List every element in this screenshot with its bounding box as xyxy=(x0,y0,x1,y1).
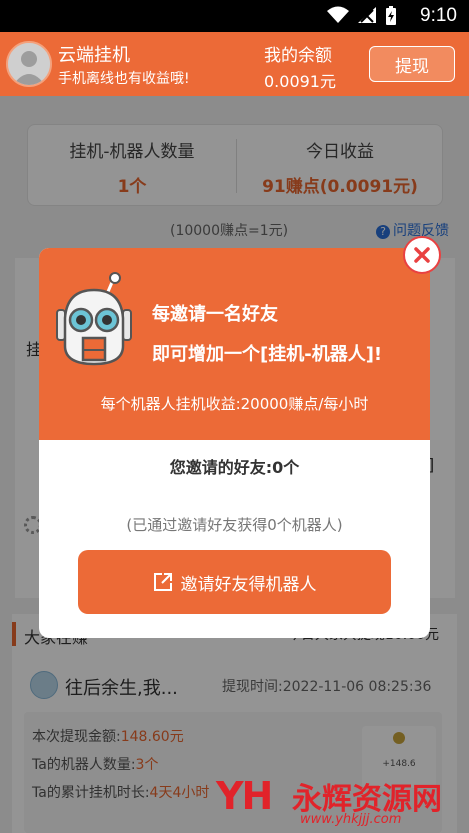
watermark-logo: YH xyxy=(216,774,273,818)
watermark-url: www.yhkjjj.com xyxy=(300,812,402,827)
dialog-header: 每邀请一名好友 即可增加一个[挂机-机器人]! 每个机器人挂机收益:20000赚… xyxy=(39,248,430,440)
balance-value: 0.0091元 xyxy=(264,72,336,91)
status-bar: 9:10 xyxy=(0,0,469,32)
invite-friends-button[interactable]: 邀请好友得机器人 xyxy=(78,550,391,614)
app-header: 云端挂机 手机离线也有收益哦! 我的余额 0.0091元 提现 xyxy=(0,32,469,96)
invite-dialog: 每邀请一名好友 即可增加一个[挂机-机器人]! 每个机器人挂机收益:20000赚… xyxy=(39,248,430,638)
earn-rate-text: 每个机器人挂机收益:20000赚点/每小时 xyxy=(100,395,369,413)
app-subtitle: 手机离线也有收益哦! xyxy=(58,71,190,87)
status-time: 9:10 xyxy=(420,5,457,26)
balance-label: 我的余额 xyxy=(264,46,332,66)
status-icons xyxy=(327,6,397,26)
user-avatar[interactable] xyxy=(6,41,52,87)
dialog-headline: 每邀请一名好友 xyxy=(152,304,278,325)
invited-label: 您邀请的好友: xyxy=(169,458,273,477)
invited-value: 0个 xyxy=(272,458,300,477)
invited-friends-count: 您邀请的好友:0个 xyxy=(39,454,430,478)
close-dialog-button[interactable] xyxy=(403,236,441,274)
withdraw-button[interactable]: 提现 xyxy=(369,46,455,82)
share-icon xyxy=(153,573,172,591)
default-avatar-icon xyxy=(8,43,50,85)
signal-icon xyxy=(358,7,376,23)
close-icon xyxy=(414,247,430,263)
invite-button-label: 邀请好友得机器人 xyxy=(180,574,317,595)
battery-icon xyxy=(386,6,396,25)
robot-icon xyxy=(56,272,132,366)
wifi-icon xyxy=(327,6,349,23)
obtained-robots-text: (已通过邀请好友获得0个机器人) xyxy=(126,516,343,534)
site-watermark: YH 永辉资源网 www.yhkjjj.com xyxy=(216,770,469,833)
dialog-subheadline: 即可增加一个[挂机-机器人]! xyxy=(152,344,383,365)
app-name: 云端挂机 xyxy=(58,45,130,66)
